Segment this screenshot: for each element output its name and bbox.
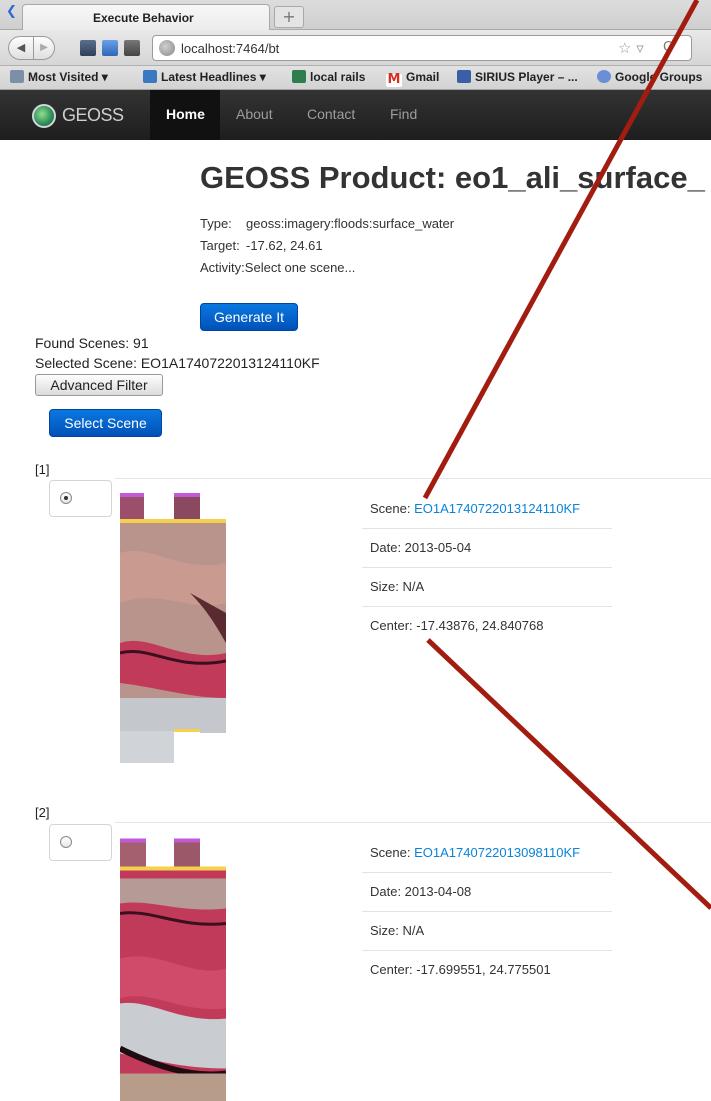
scene-date: Date: 2013-04-08	[362, 873, 612, 912]
bookmark-label: Google Groups	[615, 70, 703, 84]
bookmark-gmail[interactable]: M Gmail	[386, 70, 439, 87]
sirius-icon	[457, 70, 471, 83]
browser-tab-bar: ❮ Execute Behavior +	[0, 0, 711, 30]
site-navbar: GEOSS Home About Contact Find	[0, 90, 711, 140]
selected-scene: Selected Scene: EO1A1740722013124110KF	[35, 355, 320, 371]
tab-title: Execute Behavior	[93, 11, 194, 25]
scene-center: Center: -17.699551, 24.775501	[370, 962, 551, 977]
bookmark-star-icon[interactable]: ☆ ▿	[618, 39, 644, 57]
bookmark-most-visited[interactable]: Most Visited ▾	[10, 70, 108, 84]
bookmark-label: local rails	[310, 70, 366, 84]
product-target: Target: -17.62, 24.61	[200, 238, 323, 253]
reload-icon[interactable]: C	[663, 40, 672, 55]
bookmark-latest-headlines[interactable]: Latest Headlines ▾	[143, 70, 266, 84]
activity-label: Activity:	[200, 260, 245, 275]
bookmarks-bar: Most Visited ▾ Latest Headlines ▾ local …	[0, 66, 711, 90]
folder-icon	[10, 70, 24, 83]
rails-icon	[292, 70, 306, 83]
window-icon[interactable]	[80, 40, 96, 56]
scene-radio-container[interactable]	[49, 480, 112, 517]
type-value: geoss:imagery:floods:surface_water	[246, 216, 455, 231]
scene-id-row: Scene: EO1A1740722013098110KF	[362, 834, 612, 873]
url-bar[interactable]: localhost:7464/bt ☆ ▿ C	[152, 35, 692, 61]
bookmark-label: Latest Headlines ▾	[161, 70, 266, 84]
url-text[interactable]: localhost:7464/bt	[181, 41, 279, 56]
scene-id-link[interactable]: EO1A1740722013124110KF	[414, 501, 580, 516]
scene-index: [1]	[35, 462, 50, 477]
page-title: GEOSS Product: eo1_ali_surface_	[200, 160, 705, 195]
scene-radio-button[interactable]	[60, 836, 72, 848]
browser-toolbar: ◀ ▶ localhost:7464/bt ☆ ▿ C	[0, 30, 711, 66]
bookmark-label: Most Visited ▾	[28, 70, 108, 84]
scene-center: Center: -17.43876, 24.840768	[370, 618, 544, 633]
product-type: Type: geoss:imagery:floods:surface_water	[200, 216, 454, 231]
scene-id-link[interactable]: EO1A1740722013098110KF	[414, 845, 580, 860]
nav-find[interactable]: Find	[390, 106, 417, 122]
product-activity: Activity:Select one scene...	[200, 260, 355, 275]
found-scenes-count: Found Scenes: 91	[35, 335, 149, 351]
browser-tab[interactable]: Execute Behavior	[22, 4, 270, 30]
brand-name[interactable]: GEOSS	[62, 105, 124, 126]
scene-details: Scene: EO1A1740722013124110KF Date: 2013…	[362, 490, 612, 646]
sidebar-icon[interactable]	[102, 40, 118, 56]
scene-thumbnail-image	[120, 838, 226, 1101]
target-value: -17.62, 24.61	[246, 238, 323, 253]
scene-radio-button[interactable]	[60, 492, 72, 504]
scene-date: Date: 2013-05-04	[362, 529, 612, 568]
gmail-icon: M	[386, 72, 402, 87]
nav-contact[interactable]: Contact	[307, 106, 355, 122]
bookmark-label: SIRIUS Player – ...	[475, 70, 578, 84]
rss-icon	[143, 70, 157, 83]
bookmark-sirius-player[interactable]: SIRIUS Player – ...	[457, 70, 578, 84]
scene-label: Scene:	[370, 501, 411, 516]
advanced-filter-button[interactable]: Advanced Filter	[35, 374, 163, 396]
clipboard-icon[interactable]	[124, 40, 140, 56]
forward-button[interactable]: ▶	[33, 36, 55, 60]
scene-size: Size: N/A	[362, 912, 612, 951]
nav-about[interactable]: About	[236, 106, 273, 122]
geoss-logo-icon[interactable]	[32, 104, 56, 128]
scene-radio-container[interactable]	[49, 824, 112, 861]
tab-scroll-back-icon[interactable]: ❮	[6, 4, 20, 19]
generate-it-button[interactable]: Generate It	[200, 303, 298, 331]
scene-label: Scene:	[370, 845, 411, 860]
scene-divider	[115, 478, 711, 479]
globe-icon	[159, 40, 175, 56]
nav-home[interactable]: Home	[166, 106, 205, 122]
history-buttons: ◀ ▶	[8, 36, 68, 60]
new-tab-button[interactable]: +	[274, 6, 304, 28]
bookmark-google-groups[interactable]: Google Groups	[597, 70, 702, 84]
scene-divider	[115, 822, 711, 823]
scene-index: [2]	[35, 805, 50, 820]
activity-value: Select one scene...	[244, 260, 356, 275]
scene-thumbnail-image	[120, 493, 226, 763]
scene-details: Scene: EO1A1740722013098110KF Date: 2013…	[362, 834, 612, 990]
bookmark-local-rails[interactable]: local rails	[292, 70, 365, 84]
target-label: Target:	[200, 238, 240, 253]
groups-icon	[597, 70, 611, 83]
back-button[interactable]: ◀	[8, 36, 34, 60]
bookmark-label: Gmail	[406, 70, 440, 84]
type-label: Type:	[200, 216, 232, 231]
scene-size: Size: N/A	[362, 568, 612, 607]
select-scene-button[interactable]: Select Scene	[49, 409, 162, 437]
scene-id-row: Scene: EO1A1740722013124110KF	[362, 490, 612, 529]
